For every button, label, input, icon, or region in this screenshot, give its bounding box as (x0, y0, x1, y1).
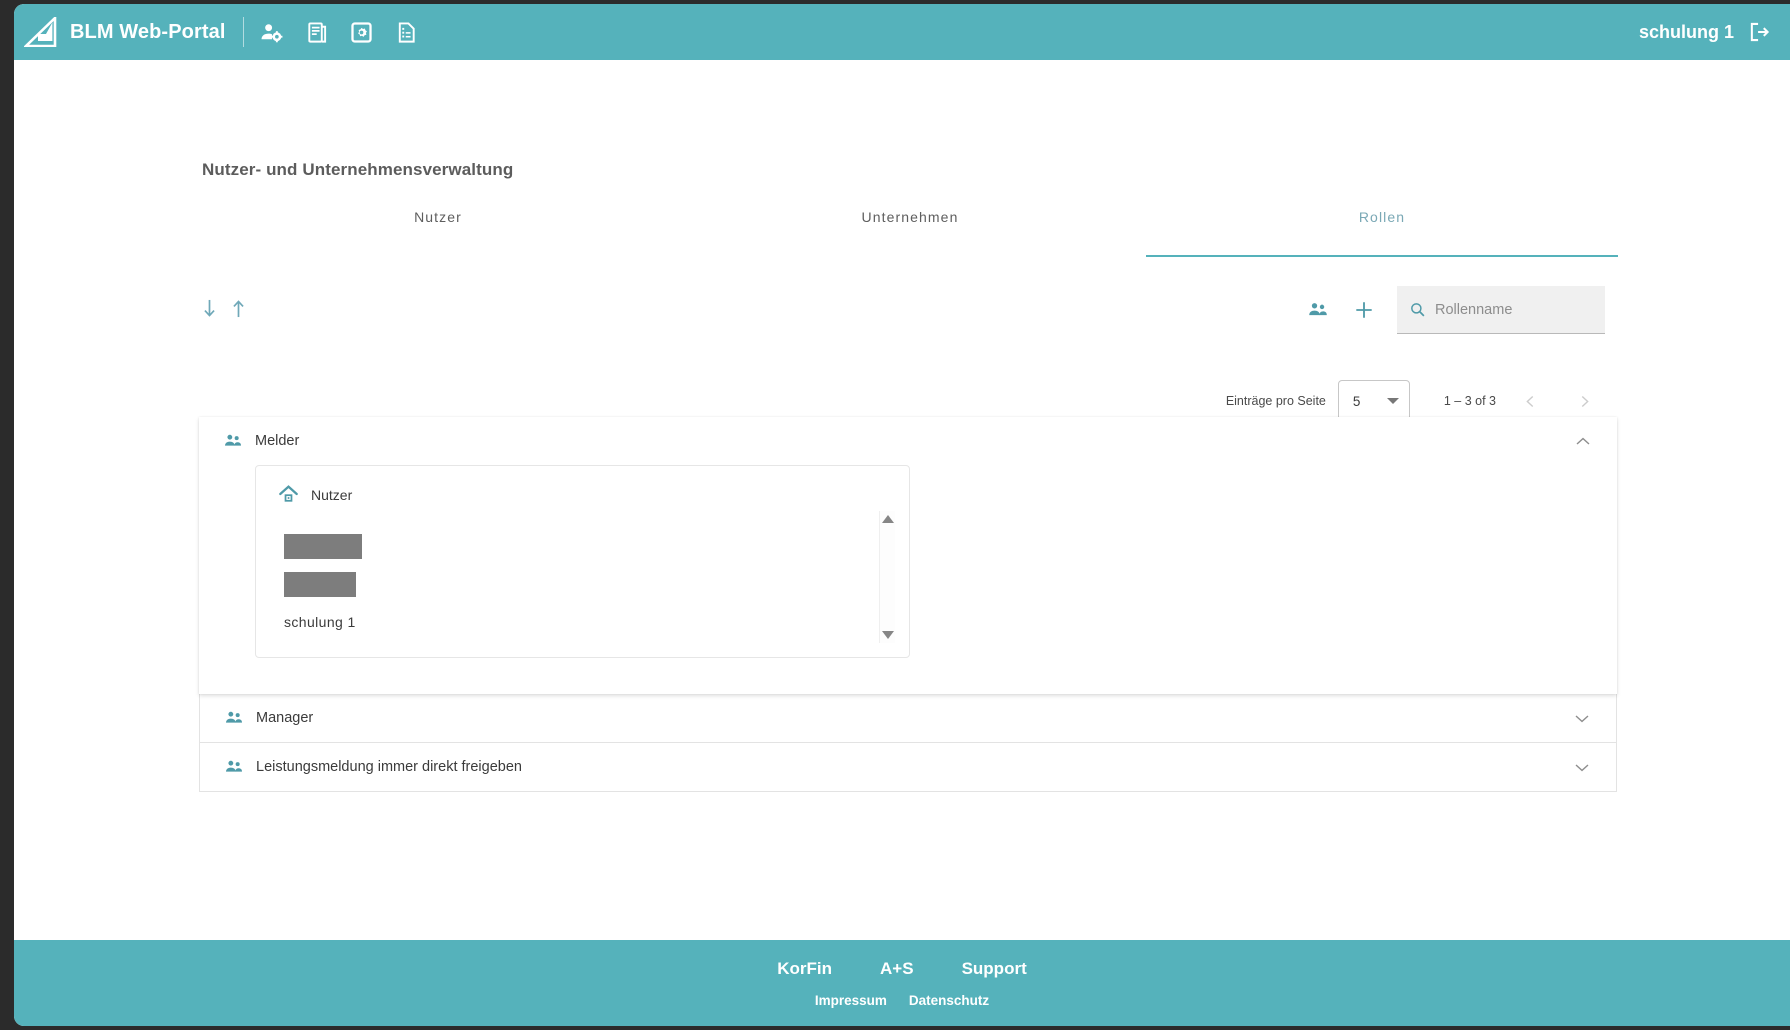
report-document-icon[interactable] (305, 21, 328, 44)
people-icon[interactable] (1307, 299, 1329, 321)
chevron-down-icon (1387, 398, 1399, 404)
role-panel-header-leistungsmeldung[interactable]: Leistungsmeldung immer direkt freigeben (200, 743, 1616, 791)
header-divider (243, 17, 244, 47)
tab-nutzer-label: Nutzer (414, 209, 462, 225)
page-footer: KorFin A+S Support Impressum Datenschutz (14, 940, 1790, 1026)
list-item[interactable] (284, 527, 909, 565)
user-name-label: schulung 1 (284, 614, 356, 630)
tab-rollen-label: Rollen (1359, 209, 1405, 225)
chevron-up-icon[interactable] (1576, 437, 1590, 446)
role-panel-manager: Manager (199, 694, 1617, 743)
footer-link-korfin[interactable]: KorFin (777, 959, 832, 979)
user-settings-icon[interactable] (260, 21, 283, 44)
list-item[interactable] (284, 565, 909, 603)
chevron-left-icon (1524, 395, 1537, 408)
items-per-page-label: Einträge pro Seite (1226, 394, 1326, 408)
file-lines-icon[interactable] (395, 21, 418, 44)
role-name-label: Leistungsmeldung immer direkt freigeben (256, 759, 1575, 775)
tab-unternehmen[interactable]: Unternehmen (674, 205, 1146, 251)
user-area: schulung 1 (1639, 21, 1770, 43)
footer-secondary-links: Impressum Datenschutz (815, 993, 989, 1008)
role-panel-melder: Melder Nutzer (199, 417, 1617, 694)
role-action-bar (1307, 286, 1605, 334)
role-name-label: Melder (255, 433, 1576, 449)
role-search-box[interactable] (1397, 286, 1605, 334)
chevron-down-icon[interactable] (1575, 763, 1589, 772)
page-size-select[interactable]: 5 (1338, 380, 1410, 422)
top-navigation-bar: BLM Web-Portal (14, 4, 1790, 60)
roles-accordion: Melder Nutzer (199, 417, 1617, 792)
plus-icon[interactable] (1353, 299, 1375, 321)
search-icon (1409, 301, 1426, 318)
brand[interactable]: BLM Web-Portal (24, 17, 225, 47)
page-size-value: 5 (1353, 394, 1361, 409)
page-range-label: 1 – 3 of 3 (1444, 394, 1496, 408)
footer-link-datenschutz[interactable]: Datenschutz (909, 993, 989, 1008)
assigned-users-title: Nutzer (311, 487, 352, 503)
previous-page-button[interactable] (1510, 381, 1550, 421)
assigned-users-card: Nutzer schulung 1 (255, 465, 910, 658)
page-title: Nutzer- und Unternehmensverwaltung (202, 160, 513, 180)
current-user-label: schulung 1 (1639, 22, 1734, 43)
logout-icon[interactable] (1748, 21, 1770, 43)
sort-controls (200, 298, 248, 319)
chevron-right-icon (1578, 395, 1591, 408)
people-icon (223, 431, 243, 451)
home-icon (278, 484, 299, 505)
tab-bar: Nutzer Unternehmen Rollen (202, 205, 1618, 251)
application-window: BLM Web-Portal (14, 4, 1790, 1026)
role-name-label: Manager (256, 710, 1575, 726)
header-icon-group (260, 21, 418, 44)
assigned-users-header: Nutzer (256, 484, 909, 505)
blm-logo (24, 17, 58, 47)
tab-nutzer[interactable]: Nutzer (202, 205, 674, 251)
role-panel-header-manager[interactable]: Manager (200, 694, 1616, 742)
scroll-up-arrow-icon[interactable] (882, 515, 894, 523)
role-panel-header-melder[interactable]: Melder (199, 417, 1617, 465)
user-list-scrollbar[interactable] (879, 511, 895, 643)
brand-title: BLM Web-Portal (70, 21, 225, 44)
arrow-up-icon[interactable] (229, 298, 248, 319)
footer-link-aps[interactable]: A+S (880, 959, 914, 979)
main-content: Nutzer- und Unternehmensverwaltung Nutze… (14, 60, 1790, 940)
people-icon (224, 757, 244, 777)
assigned-users-list: schulung 1 (256, 527, 909, 641)
people-icon (224, 708, 244, 728)
tab-unternehmen-label: Unternehmen (862, 209, 959, 225)
redacted-user-name (284, 534, 362, 559)
next-page-button[interactable] (1564, 381, 1604, 421)
role-panel-leistungsmeldung: Leistungsmeldung immer direkt freigeben (199, 743, 1617, 792)
tab-rollen[interactable]: Rollen (1146, 205, 1618, 251)
redacted-user-name (284, 572, 356, 597)
footer-link-support[interactable]: Support (962, 959, 1027, 979)
arrow-down-icon[interactable] (200, 298, 219, 319)
search-input[interactable] (1435, 302, 1593, 318)
scroll-down-arrow-icon[interactable] (882, 631, 894, 639)
footer-primary-links: KorFin A+S Support (777, 959, 1026, 979)
chevron-down-icon[interactable] (1575, 714, 1589, 723)
list-item[interactable]: schulung 1 (284, 603, 909, 641)
gear-square-icon[interactable] (350, 21, 373, 44)
footer-link-impressum[interactable]: Impressum (815, 993, 887, 1008)
role-panel-body-melder: Nutzer schulung 1 (199, 465, 1617, 694)
